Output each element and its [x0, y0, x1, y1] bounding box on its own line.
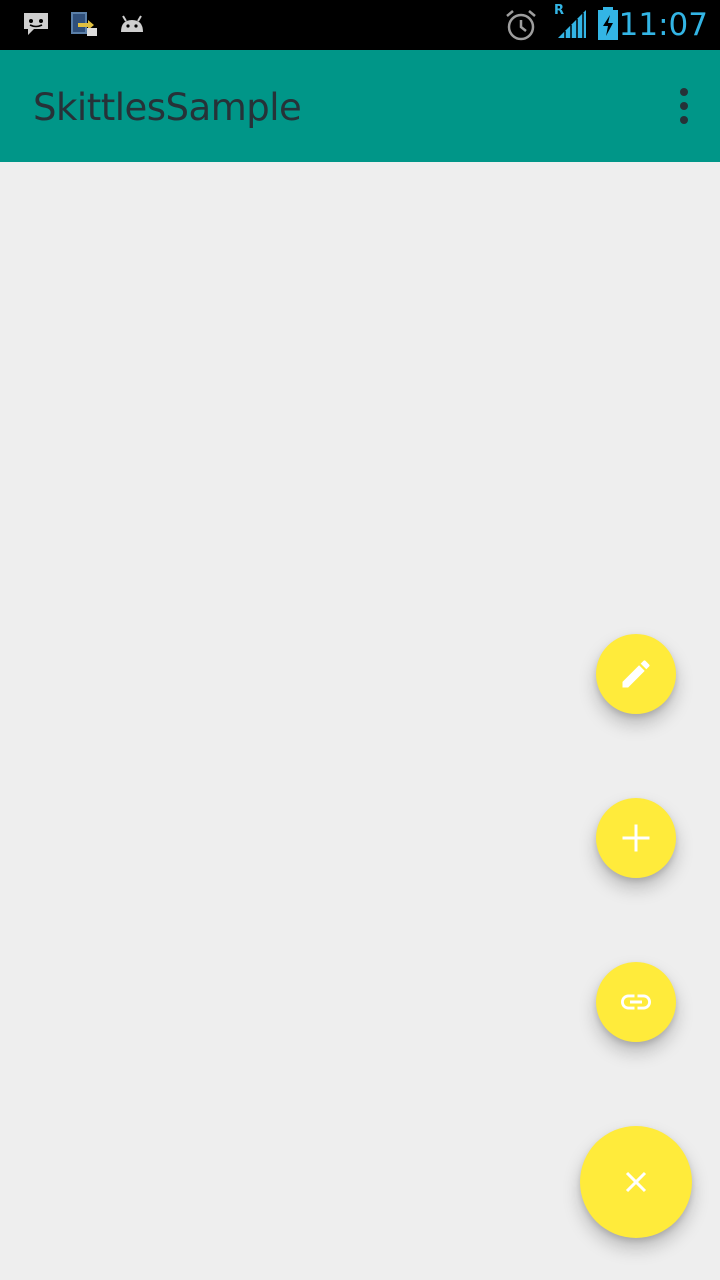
edit-icon — [622, 660, 650, 688]
content-area — [0, 162, 720, 1280]
status-time: 11:07 — [618, 7, 708, 43]
app-bar: SkittlesSample — [0, 50, 720, 162]
app-title: SkittlesSample — [33, 86, 302, 129]
link-icon — [621, 994, 651, 1010]
sd-card-icon — [71, 12, 97, 36]
alarm-icon — [506, 10, 536, 41]
close-icon — [625, 1171, 647, 1193]
add-fab-button[interactable] — [596, 798, 676, 878]
close-fab-button[interactable] — [580, 1126, 692, 1238]
signal-roaming-icon — [558, 10, 586, 38]
edit-fab-button[interactable] — [596, 634, 676, 714]
screen: R 11:07 SkittlesSample — [0, 0, 720, 1280]
status-bar: R 11:07 — [0, 0, 720, 50]
battery-charging-icon — [598, 7, 618, 40]
message-icon — [24, 13, 48, 35]
android-icon — [121, 15, 143, 32]
overflow-menu-icon[interactable] — [662, 80, 706, 132]
add-icon — [622, 824, 650, 852]
link-fab-button[interactable] — [596, 962, 676, 1042]
